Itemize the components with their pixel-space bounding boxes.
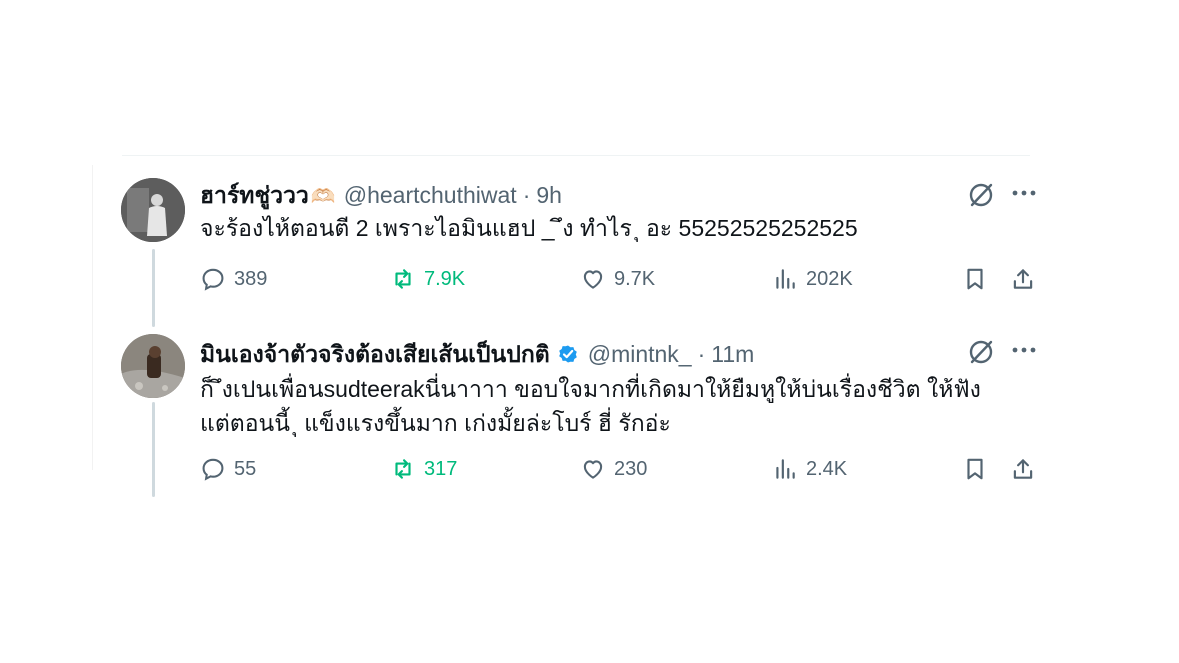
share-button[interactable] <box>1010 266 1036 292</box>
separator-dot: · <box>522 182 531 208</box>
reply-count: 55 <box>234 457 257 480</box>
more-icon[interactable] <box>1010 181 1038 205</box>
views-count: 2.4K <box>806 457 848 480</box>
heart-hands-emoji: 🫶🏻 <box>310 186 336 208</box>
retweet-icon <box>395 459 411 479</box>
display-name[interactable]: มินเองจ้าตัวจริงต้องเสียเส้นเป็นปกติ <box>200 337 550 373</box>
like-count: 9.7K <box>614 267 656 290</box>
thread-line <box>152 249 155 327</box>
tweet-header: ฮาร์ทชู่ววว 🫶🏻 @heartchuthiwat · 9h <box>200 178 562 214</box>
action-bar: 389 7.9K 9.7K 202K <box>200 266 1040 296</box>
bookmark-icon <box>967 458 983 480</box>
views-icon <box>776 459 795 479</box>
grok-icon[interactable] <box>967 338 995 366</box>
reply-count: 389 <box>234 267 268 290</box>
tweet-text: จะร้องไห้ตอนตี 2 เพราะไอมินแฮป _ ึง ทำไร… <box>200 215 858 241</box>
share-icon <box>1013 269 1033 289</box>
retweet-icon <box>395 269 411 289</box>
timestamp[interactable]: 9h <box>536 182 562 209</box>
retweet-button[interactable]: 7.9K <box>390 266 465 292</box>
reply-button[interactable]: 55 <box>200 456 256 482</box>
retweet-count: 317 <box>424 457 458 480</box>
avatar[interactable] <box>121 178 185 242</box>
views-button[interactable]: 202K <box>772 266 853 292</box>
reply-icon <box>202 458 224 481</box>
tweet-text: ก็ ึงเปนเพื่อนsudteerakนี่นาาาา ขอบใจมาก… <box>200 372 981 440</box>
like-button[interactable]: 9.7K <box>580 266 655 292</box>
separator-dot: · <box>697 341 706 367</box>
like-icon <box>583 270 603 289</box>
like-count: 230 <box>614 457 648 480</box>
reply-icon <box>202 268 224 291</box>
views-button[interactable]: 2.4K <box>772 456 847 482</box>
user-handle[interactable]: @mintnk_ <box>588 341 692 368</box>
tweet-text-line: ก็ ึงเปนเพื่อนsudteerakนี่นาาาา ขอบใจมาก… <box>200 376 981 402</box>
like-icon <box>583 460 603 479</box>
share-icon <box>1013 459 1033 479</box>
avatar[interactable] <box>121 334 185 398</box>
user-handle[interactable]: @heartchuthiwat <box>344 182 517 209</box>
retweet-count: 7.9K <box>424 267 466 290</box>
grok-icon[interactable] <box>967 181 995 209</box>
thread-line <box>152 402 155 497</box>
retweet-button[interactable]: 317 <box>390 456 457 482</box>
views-icon <box>776 269 795 289</box>
bookmark-button[interactable] <box>962 266 988 292</box>
tweet-text-line: แต่ตอนนี้ ุ แข็งแรงขึ้นมาก เก่งมั้ยล่ะโบ… <box>200 410 671 436</box>
action-bar: 55 317 230 2.4K <box>200 456 1040 486</box>
bookmark-button[interactable] <box>962 456 988 482</box>
bookmark-icon <box>967 268 983 290</box>
left-divider <box>92 165 93 470</box>
timestamp[interactable]: 11m <box>711 341 754 368</box>
more-icon[interactable] <box>1010 338 1038 362</box>
share-button[interactable] <box>1010 456 1036 482</box>
verified-icon <box>558 345 577 363</box>
top-divider <box>122 155 1030 156</box>
display-name[interactable]: ฮาร์ทชู่ววว <box>200 178 309 214</box>
views-count: 202K <box>806 267 853 290</box>
reply-button[interactable]: 389 <box>200 266 267 292</box>
like-button[interactable]: 230 <box>580 456 647 482</box>
tweet-header: มินเองจ้าตัวจริงต้องเสียเส้นเป็นปกติ @mi… <box>200 337 754 373</box>
